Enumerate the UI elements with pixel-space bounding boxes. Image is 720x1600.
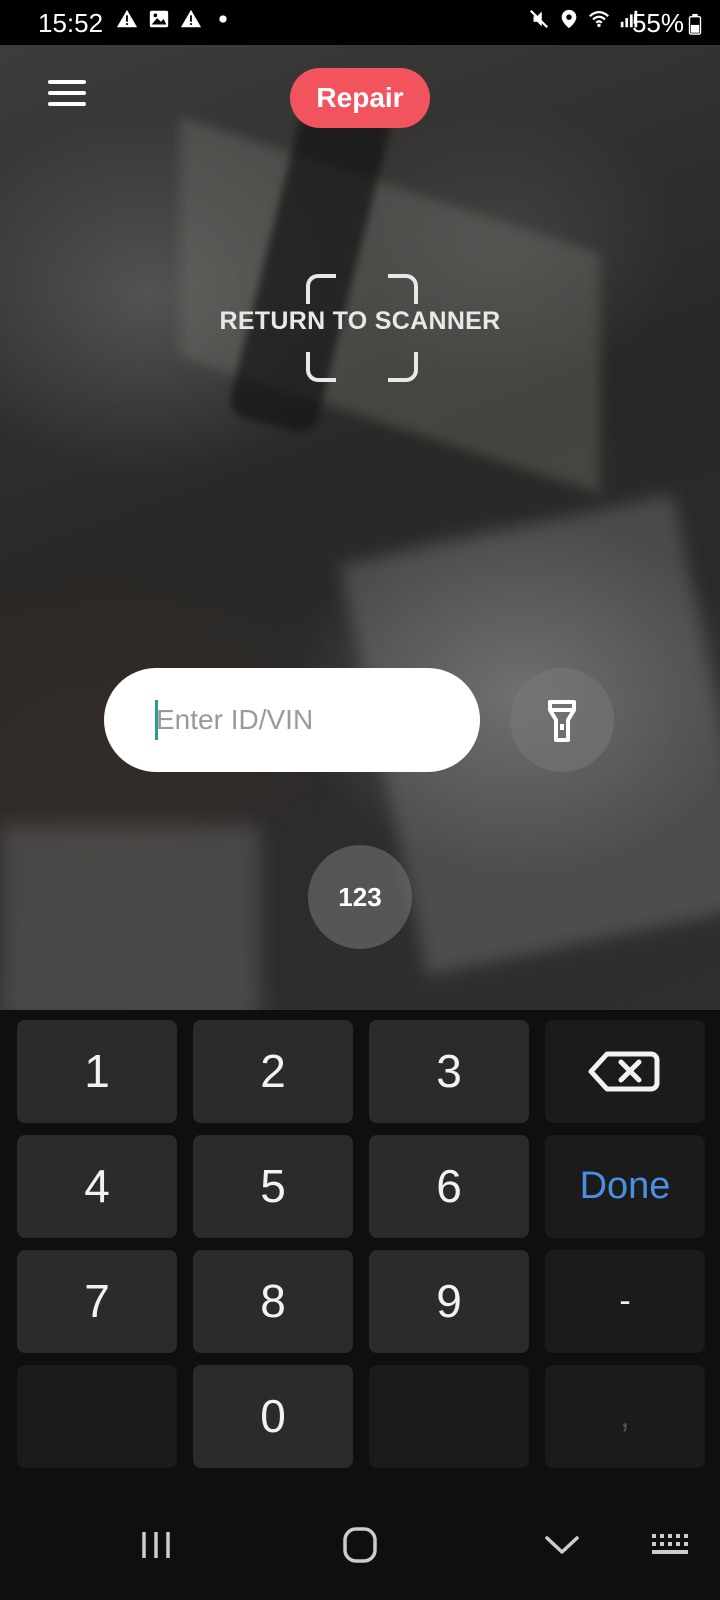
key-8[interactable]: 8 xyxy=(193,1250,353,1353)
back-button[interactable] xyxy=(532,1520,592,1570)
key-5[interactable]: 5 xyxy=(193,1135,353,1238)
key-6[interactable]: 6 xyxy=(369,1135,529,1238)
home-icon xyxy=(343,1527,377,1563)
warning-icon xyxy=(116,9,138,28)
status-bar: 15:52 55% xyxy=(0,0,720,45)
key-comma[interactable]: , xyxy=(545,1365,705,1468)
battery-icon xyxy=(688,13,702,35)
key-backspace[interactable] xyxy=(545,1020,705,1123)
warning-icon xyxy=(180,9,202,28)
mute-icon xyxy=(529,9,549,29)
key-empty xyxy=(17,1365,177,1468)
image-icon xyxy=(149,10,169,28)
recent-apps-icon xyxy=(142,1532,170,1558)
key-7[interactable]: 7 xyxy=(17,1250,177,1353)
flashlight-icon xyxy=(548,700,576,742)
camera-blur-shape xyxy=(0,825,260,1010)
scan-frame-corner xyxy=(306,274,336,304)
key-4[interactable]: 4 xyxy=(17,1135,177,1238)
keyboard-icon xyxy=(652,1534,688,1554)
scan-frame-corner xyxy=(306,352,336,382)
key-0[interactable]: 0 xyxy=(193,1365,353,1468)
hamburger-menu-icon[interactable] xyxy=(48,80,86,112)
key-dash[interactable]: - xyxy=(545,1250,705,1353)
key-1[interactable]: 1 xyxy=(17,1020,177,1123)
key-empty xyxy=(369,1365,529,1468)
id-vin-field-container[interactable] xyxy=(104,668,480,772)
flashlight-button[interactable] xyxy=(510,668,614,772)
battery-percentage: 55% xyxy=(631,8,684,38)
key-9[interactable]: 9 xyxy=(369,1250,529,1353)
home-button[interactable] xyxy=(330,1520,390,1570)
text-cursor xyxy=(155,700,158,740)
back-icon xyxy=(545,1536,579,1554)
numeric-keyboard: 1 2 3 4 5 6 Done 7 8 9 - 0 , xyxy=(0,1010,720,1490)
backspace-icon xyxy=(588,1051,660,1092)
key-3[interactable]: 3 xyxy=(369,1020,529,1123)
location-icon xyxy=(561,9,577,29)
numeric-keyboard-toggle[interactable]: 123 xyxy=(308,845,412,949)
system-nav-bar xyxy=(0,1490,720,1600)
mode-badge[interactable]: Repair xyxy=(290,68,430,128)
key-2[interactable]: 2 xyxy=(193,1020,353,1123)
status-time: 15:52 xyxy=(38,8,104,38)
return-to-scanner-label: RETURN TO SCANNER xyxy=(219,307,501,335)
keyboard-switch-button[interactable] xyxy=(642,1520,702,1570)
wifi-icon xyxy=(589,10,609,28)
return-to-scanner-button[interactable]: RETURN TO SCANNER xyxy=(210,274,510,382)
id-vin-input[interactable] xyxy=(156,692,456,748)
recent-apps-button[interactable] xyxy=(128,1520,188,1570)
key-done[interactable]: Done xyxy=(545,1135,705,1238)
dot-icon xyxy=(219,15,227,23)
scan-frame-corner xyxy=(388,274,418,304)
scan-frame-corner xyxy=(388,352,418,382)
